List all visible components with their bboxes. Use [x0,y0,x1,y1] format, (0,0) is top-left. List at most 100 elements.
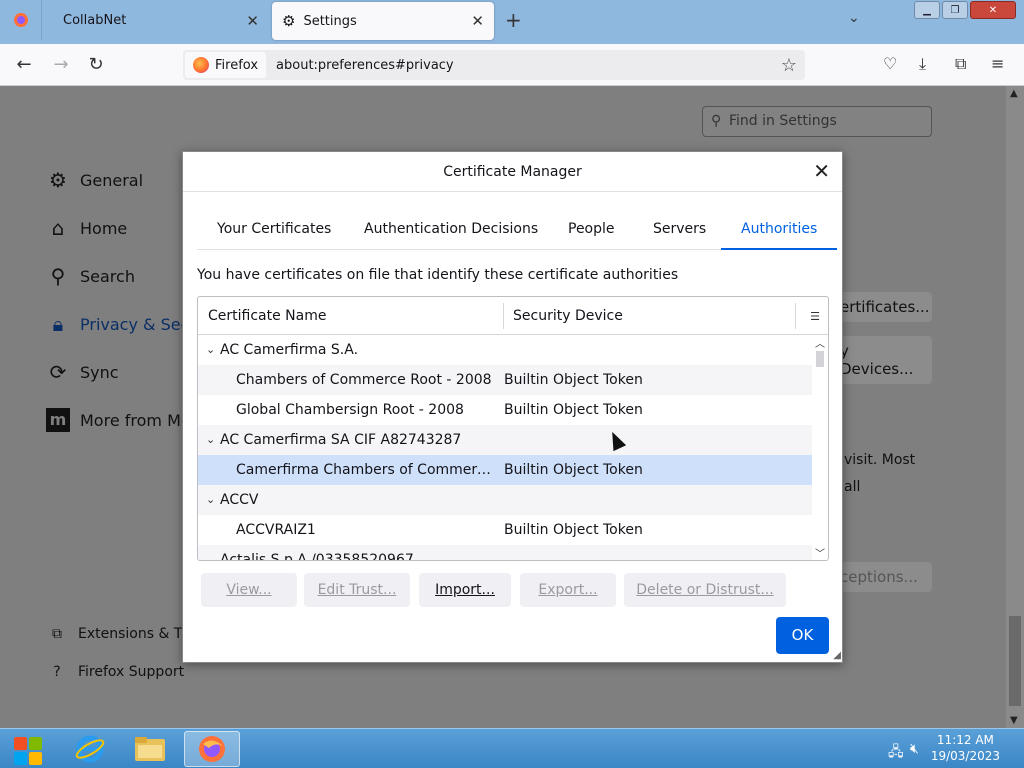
scrollbar-thumb[interactable] [1009,616,1021,706]
clock[interactable]: 11:12 AM 19/03/2023 [931,732,1000,764]
resize-grip-icon[interactable]: ◢ [833,650,841,661]
footer-firefox-support[interactable]: ? Firefox Support [48,664,184,680]
tree-item-row-selected[interactable]: Camerfirma Chambers of Commerce ... Buil… [198,455,812,485]
page-scrollbar[interactable]: ▲ ▼ [1006,86,1024,728]
certificate-name: ACCVRAIZ1 [236,522,316,538]
search-icon: ⚲ [50,264,66,288]
tree-group-row[interactable]: ⌄ AC Camerfirma S.A. [198,335,812,365]
tree-group-row[interactable]: ⌄ ACCV [198,485,812,515]
tree-group-row[interactable]: ⌄ Actalis S.p.A./03358520967 [198,545,812,560]
column-security-device[interactable]: Security Device [513,297,623,335]
firefox-icon [193,57,209,73]
security-device: Builtin Object Token [504,462,643,478]
new-tab-button[interactable]: + [505,8,522,32]
dialog-description: You have certificates on file that ident… [197,267,679,283]
url-text[interactable]: about:preferences#privacy [276,58,454,73]
chevron-down-icon[interactable]: ﹀ [815,545,825,560]
scrollbar-thumb[interactable] [816,351,824,367]
view-certificates-button[interactable]: ertificates... [830,292,932,322]
url-bar[interactable]: Firefox about:preferences#privacy ☆ [183,50,805,80]
firefox-view-button[interactable] [0,0,42,40]
edit-trust-button[interactable]: Edit Trust... [304,573,410,607]
minimize-button[interactable]: ▁ [914,1,940,19]
column-splitter[interactable] [795,303,796,329]
ok-button[interactable]: OK [776,617,829,654]
network-icon[interactable]: 🖧︎ [888,741,904,765]
scroll-up-icon[interactable]: ▲ [1010,88,1018,99]
category-home[interactable]: ⌂ Home [46,216,128,240]
tree-item-row[interactable]: Global Chambersign Root - 2008 Builtin O… [198,395,812,425]
tab-people[interactable]: People [568,212,615,250]
column-picker-icon[interactable]: ☰ [810,310,820,323]
tab-your-certificates[interactable]: Your Certificates [217,212,331,250]
tab-authentication-decisions[interactable]: Authentication Decisions [364,212,538,250]
category-label: Search [80,266,135,286]
chevron-down-icon[interactable]: ⌄ [206,485,215,515]
category-label: Home [80,218,128,238]
downloads-icon[interactable]: ⤓ [919,54,926,74]
security-device: Builtin Object Token [504,522,643,538]
close-window-button[interactable]: ✕ [970,1,1016,19]
tree-item-row[interactable]: Chambers of Commerce Root - 2008 Builtin… [198,365,812,395]
bookmark-star-icon[interactable]: ☆ [781,55,797,76]
certificate-tree[interactable]: Certificate Name Security Device ☰ ⌄ AC … [197,296,829,561]
button-label: y Devices... [840,342,914,378]
back-icon[interactable]: ← [13,54,35,76]
chevron-down-icon[interactable]: ⌄ [206,335,215,365]
taskbar: 🖧︎ 🔇︎ 11:12 AM 19/03/2023 [0,728,1024,768]
certificate-name: Global Chambersign Root - 2008 [236,402,464,418]
tree-scrollbar[interactable]: ︿ ﹀ [812,335,828,560]
extensions-icon[interactable]: ⧉ [955,54,966,74]
category-more-from-mozilla[interactable]: m More from Mo [46,408,191,432]
delete-or-distrust-button[interactable]: Delete or Distrust... [624,573,786,607]
restore-button[interactable]: ❐ [942,1,968,19]
security-devices-button[interactable]: y Devices... [830,336,932,384]
category-privacy[interactable]: 🔒︎ Privacy & Secu [46,312,200,336]
reload-icon[interactable]: ↻ [85,54,107,76]
tab-label: CollabNet [63,12,127,28]
pocket-icon[interactable]: ♡ [883,54,897,73]
find-placeholder: Find in Settings [729,113,837,129]
tab-collabnet[interactable]: CollabNet ✕ [43,0,269,40]
chevron-down-icon[interactable]: ⌄ [206,545,215,560]
forward-icon[interactable]: → [50,54,72,76]
exceptions-button[interactable]: ceptions... [830,562,932,592]
scroll-down-icon[interactable]: ▼ [1010,715,1018,726]
category-general[interactable]: ⚙ General [46,168,143,192]
close-icon[interactable]: ✕ [813,161,830,181]
certificate-name: Chambers of Commerce Root - 2008 [236,372,492,388]
tab-label: Settings [303,13,357,29]
start-button[interactable] [8,733,48,765]
import-button[interactable]: Import... [419,573,511,607]
chevron-up-icon[interactable]: ︿ [815,335,825,350]
clock-date: 19/03/2023 [930,749,1000,763]
tab-servers[interactable]: Servers [653,212,706,250]
chevron-down-icon[interactable]: ⌄ [206,425,215,455]
identity-box[interactable]: Firefox [185,52,267,78]
file-explorer-icon[interactable] [122,731,178,767]
menu-icon[interactable]: ≡ [991,54,1004,73]
view-button[interactable]: View... [201,573,297,607]
close-tab-icon[interactable]: ✕ [246,12,259,30]
internet-explorer-icon[interactable] [62,731,118,767]
clock-time: 11:12 AM [936,733,994,747]
tab-strip: CollabNet ✕ ⚙ Settings ✕ + ⌄ ▁ ❐ ✕ [0,0,1024,44]
column-splitter[interactable] [503,303,504,329]
close-tab-icon[interactable]: ✕ [471,12,484,30]
footer-label: Firefox Support [78,664,185,680]
tab-settings[interactable]: ⚙ Settings ✕ [272,2,494,40]
certificate-manager-dialog: Certificate Manager ✕ Your Certificates … [182,151,843,663]
firefox-taskbar-icon[interactable] [184,731,240,767]
tree-item-row[interactable]: ACCVRAIZ1 Builtin Object Token [198,515,812,545]
footer-extensions-themes[interactable]: ⧉ Extensions & The [48,626,200,642]
tree-group-row[interactable]: ⌄ AC Camerfirma SA CIF A82743287 [198,425,812,455]
tab-authorities[interactable]: Authorities [721,212,838,250]
volume-muted-icon[interactable]: 🔇︎ [910,741,919,757]
find-in-settings-input[interactable]: ⚲ Find in Settings [702,106,932,137]
group-name: AC Camerfirma S.A. [220,342,359,358]
list-all-tabs-icon[interactable]: ⌄ [848,10,860,26]
export-button[interactable]: Export... [520,573,616,607]
category-sync[interactable]: ⟳ Sync [46,360,119,384]
column-certificate-name[interactable]: Certificate Name [208,297,326,335]
category-search[interactable]: ⚲ Search [46,264,135,288]
